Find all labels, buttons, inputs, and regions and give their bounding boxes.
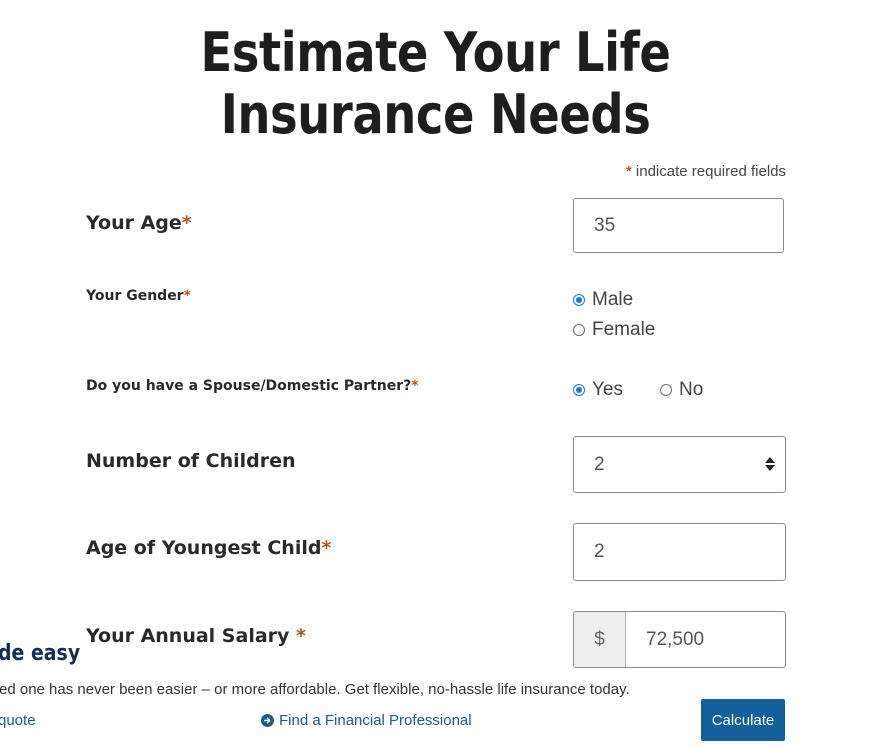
salary-label-text: Your Annual Salary xyxy=(86,625,290,647)
gender-label: Your Gender* xyxy=(86,288,191,304)
required-star: * xyxy=(181,212,192,234)
arrow-circle-icon xyxy=(261,714,274,727)
gender-male-label: Male xyxy=(592,289,634,310)
salary-input[interactable]: 72,500 xyxy=(626,612,785,667)
page-title: Estimate Your Life Insurance Needs xyxy=(200,21,671,146)
spouse-option-yes[interactable]: Yes xyxy=(573,379,623,401)
salary-value: 72,500 xyxy=(646,628,705,650)
spouse-yes-label: Yes xyxy=(592,379,623,400)
find-professional-text: Find a Financial Professional xyxy=(279,712,472,729)
gender-option-male[interactable]: Male xyxy=(573,289,633,311)
required-star: * xyxy=(411,378,419,394)
radio-male[interactable] xyxy=(573,294,585,306)
salary-label: Your Annual Salary * xyxy=(86,625,306,647)
required-note-text: indicate required fields xyxy=(635,163,786,180)
youngest-age-input[interactable]: 2 xyxy=(573,523,786,581)
banner-title: de easy xyxy=(0,641,81,666)
youngest-age-value: 2 xyxy=(594,541,605,562)
youngest-label-text: Age of Youngest Child xyxy=(86,537,322,559)
radio-female[interactable] xyxy=(573,324,585,336)
children-selected-value: 2 xyxy=(594,453,605,475)
spouse-no-label: No xyxy=(679,379,704,400)
spouse-label-text: Do you have a Spouse/Domestic Partner? xyxy=(86,378,412,394)
radio-no[interactable] xyxy=(660,384,672,396)
salary-input-group[interactable]: $ 72,500 xyxy=(573,611,786,668)
gender-label-text: Your Gender xyxy=(86,288,184,304)
quote-link[interactable]: quote xyxy=(0,712,36,729)
required-star: * xyxy=(321,537,332,559)
children-select[interactable]: 2 xyxy=(573,436,786,493)
spouse-option-no[interactable]: No xyxy=(660,379,703,401)
age-value: 35 xyxy=(594,214,616,236)
select-arrows-icon xyxy=(765,457,775,471)
gender-female-label: Female xyxy=(592,319,656,340)
radio-yes[interactable] xyxy=(573,384,585,396)
required-fields-note: * indicate required fields xyxy=(626,163,786,180)
required-star: * xyxy=(183,288,191,304)
age-label: Your Age* xyxy=(86,212,192,234)
find-professional-link[interactable]: Find a Financial Professional xyxy=(261,712,472,729)
gender-option-female[interactable]: Female xyxy=(573,319,655,341)
spouse-label: Do you have a Spouse/Domestic Partner?* xyxy=(86,378,419,394)
age-label-text: Your Age xyxy=(86,212,182,234)
required-star: * xyxy=(625,163,632,180)
age-input[interactable]: 35 xyxy=(573,198,784,253)
children-label: Number of Children xyxy=(86,450,296,472)
banner-text: ed one has never been easier – or more a… xyxy=(0,681,630,698)
youngest-label: Age of Youngest Child* xyxy=(86,537,331,559)
calculate-button[interactable]: Calculate xyxy=(701,699,785,741)
required-star: * xyxy=(296,625,306,647)
currency-prefix: $ xyxy=(574,612,626,667)
quote-link-text: quote xyxy=(0,712,36,729)
